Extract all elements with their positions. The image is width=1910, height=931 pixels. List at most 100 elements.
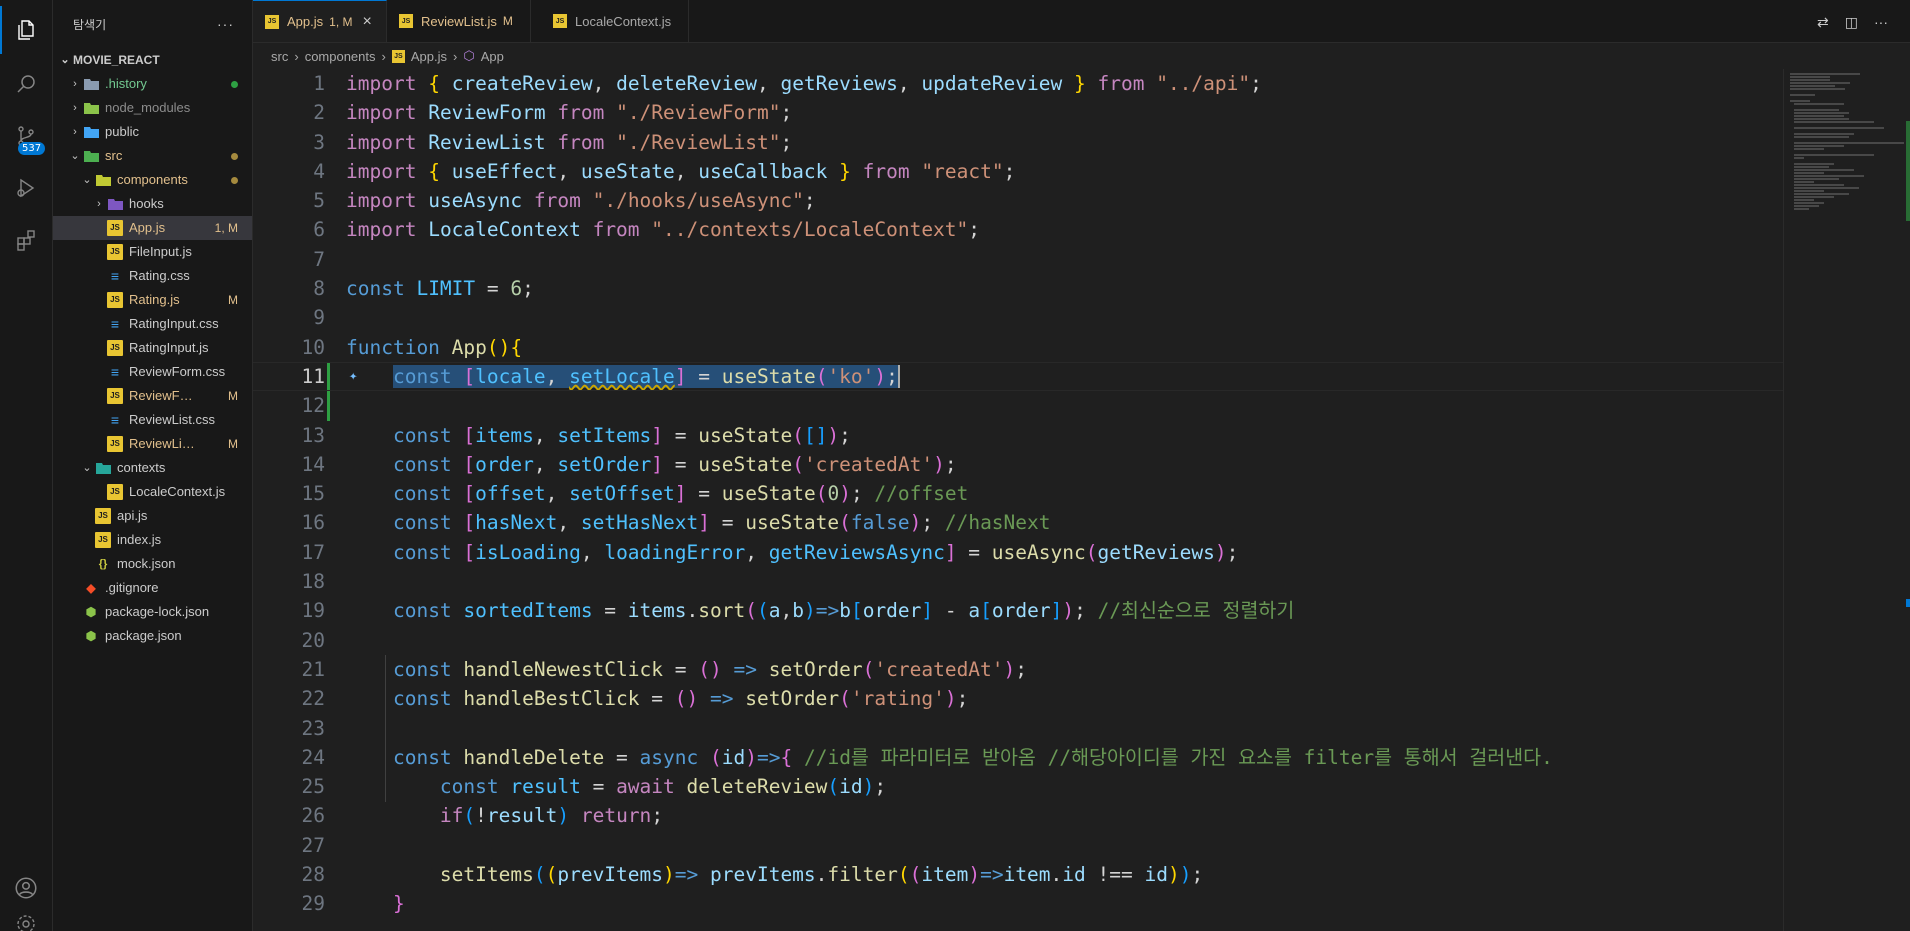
minimap-line <box>1794 154 1874 156</box>
code-line: import useAsync from "./hooks/useAsync"; <box>346 189 816 213</box>
symbol-cube-icon: ⬡ <box>463 48 475 63</box>
minimap-line <box>1794 193 1849 195</box>
chevron-down-icon: ⌄ <box>60 54 70 66</box>
tree-item[interactable]: JS FileInput.js <box>53 240 252 264</box>
tree-item-label: .gitignore <box>105 580 159 595</box>
breadcrumb-symbol[interactable]: App <box>481 49 504 64</box>
workspace-root[interactable]: ⌄ MOVIE_REACT <box>53 48 252 72</box>
explorer-header: 탐색기 ··· <box>53 0 252 48</box>
minimap-line <box>1794 181 1814 183</box>
js-file-icon: JS <box>107 484 123 500</box>
tree-item[interactable]: ≡ RatingInput.css <box>53 312 252 336</box>
tree-item-label: ReviewForm.css <box>129 364 226 379</box>
workspace-root-label: MOVIE_REACT <box>73 53 160 67</box>
tree-item[interactable]: ⌄ contexts <box>53 456 252 480</box>
tree-item[interactable]: ≡ Rating.css <box>53 264 252 288</box>
minimap-line <box>1794 118 1849 120</box>
tab-reviewlist-js[interactable]: JS ReviewList.js M <box>387 0 531 42</box>
minimap-line <box>1794 127 1884 129</box>
css-file-icon: ≡ <box>110 268 120 284</box>
tab-app-js[interactable]: JS App.js 1, M × <box>253 0 387 42</box>
line-number: 12 <box>301 394 325 418</box>
tree-item[interactable]: JS ReviewList.js M <box>53 432 252 456</box>
tree-item[interactable]: JS api.js <box>53 504 252 528</box>
git-status-dot <box>198 72 252 96</box>
js-file-icon: JS <box>553 14 567 28</box>
more-actions-icon[interactable]: ··· <box>217 16 234 32</box>
tree-item-label: FileInput.js <box>129 244 192 259</box>
breadcrumb-file[interactable]: App.js <box>411 49 447 64</box>
line-number: 22 <box>301 687 325 711</box>
minimap-line <box>1794 148 1824 150</box>
tree-item[interactable]: ≡ ReviewList.css <box>53 408 252 432</box>
minimap-line <box>1790 100 1810 102</box>
tree-item[interactable]: › hooks <box>53 192 252 216</box>
tree-item[interactable]: › .history <box>53 72 252 96</box>
files-icon[interactable] <box>0 6 52 54</box>
line-number: 1 <box>313 72 325 95</box>
tree-item[interactable]: › node_modules <box>53 96 252 120</box>
tree-item[interactable]: ⌄ src <box>53 144 252 168</box>
account-icon[interactable] <box>0 864 52 912</box>
tree-item[interactable]: ≡ ReviewForm.css <box>53 360 252 384</box>
git-status: M <box>228 293 238 307</box>
file-tree: › .history › node_modules › public ⌄ src ⌄ compon… <box>53 72 252 648</box>
tree-item-label: ReviewList.css <box>129 412 215 427</box>
code-content[interactable]: import { createReview, deleteReview, get… <box>253 69 1783 919</box>
code-editor[interactable]: 1 2 3 4 5 6 7 8 9 10 11 12 13 14 15 16 17 18 19 20 21 22 23 24 2… <box>253 69 1783 931</box>
tree-item[interactable]: JS index.js <box>53 528 252 552</box>
git-status: M <box>228 437 238 451</box>
minimap[interactable] <box>1783 69 1910 931</box>
code-line: if(!result) return; <box>439 804 664 828</box>
line-number: 3 <box>313 130 325 154</box>
line-number: 14 <box>301 452 325 476</box>
activity-bar: 537 <box>0 0 53 931</box>
minimap-line <box>1790 88 1845 90</box>
minimap-line <box>1794 145 1844 147</box>
breadcrumb-components[interactable]: components <box>305 49 376 64</box>
close-icon[interactable]: × <box>362 13 371 31</box>
tree-item[interactable]: {} mock.json <box>53 552 252 576</box>
line-number: 27 <box>301 833 325 857</box>
tab-localecontext-js[interactable]: JS LocaleContext.js <box>531 0 689 42</box>
js-file-icon: JS <box>265 14 279 29</box>
run-debug-icon[interactable] <box>0 164 52 212</box>
extensions-icon[interactable] <box>0 216 52 264</box>
explorer-title: 탐색기 <box>73 17 107 32</box>
tree-item[interactable]: JS ReviewForm... M <box>53 384 252 408</box>
tree-item-label: src <box>105 148 123 163</box>
css-file-icon: ≡ <box>110 316 120 332</box>
settings-gear-icon[interactable] <box>0 912 52 931</box>
minimap-line <box>1794 196 1834 198</box>
tree-item[interactable]: ⌄ components <box>53 168 252 192</box>
tree-item[interactable]: ◆ .gitignore <box>53 576 252 600</box>
folder-icon <box>107 196 123 212</box>
compare-changes-icon[interactable]: ⇄ <box>1817 14 1829 31</box>
more-actions-icon[interactable]: ··· <box>1874 14 1888 31</box>
code-line: const handleDelete = async (id)=>{ //id를… <box>392 745 1553 769</box>
tree-item[interactable]: ⬢ package-lock.json <box>53 600 252 624</box>
breadcrumb-src[interactable]: src <box>271 49 288 64</box>
tree-item[interactable]: JS LocaleContext.js <box>53 480 252 504</box>
tree-item[interactable]: JS App.js 1, M <box>53 216 252 240</box>
tab-status: M <box>502 14 513 28</box>
minimap-line <box>1790 73 1860 75</box>
line-number: 16 <box>301 511 325 535</box>
git-status: 1, M <box>214 221 238 235</box>
tree-item[interactable]: JS RatingInput.js <box>53 336 252 360</box>
tree-item[interactable]: ⬢ package.json <box>53 624 252 648</box>
line-number: 28 <box>301 863 325 887</box>
search-icon[interactable] <box>0 60 52 108</box>
minimap-line <box>1794 169 1854 171</box>
minimap-line <box>1790 79 1830 81</box>
tree-item[interactable]: JS Rating.js M <box>53 288 252 312</box>
line-number: 26 <box>301 804 325 828</box>
minimap-line <box>1794 115 1844 117</box>
tree-item[interactable]: › public <box>53 120 252 144</box>
line-number: 19 <box>301 599 325 623</box>
source-control-icon[interactable]: 537 <box>0 112 52 160</box>
minimap-line <box>1794 112 1849 114</box>
split-editor-icon[interactable]: ◫ <box>1845 14 1858 31</box>
